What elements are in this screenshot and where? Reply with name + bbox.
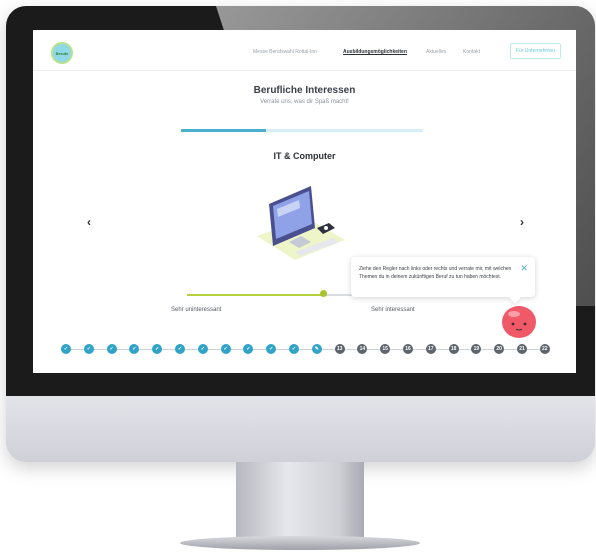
step-16[interactable]: 16: [403, 344, 413, 354]
step-connector: [253, 349, 267, 350]
step-connector: [276, 349, 289, 350]
step-connector: [390, 349, 403, 350]
step-connector: [116, 349, 130, 350]
helper-tooltip: Ziehe den Regler nach links oder rechts …: [351, 257, 535, 304]
web-page: Berufe Messe Berufswahl Rottal-Inn Ausbi…: [33, 30, 576, 373]
progress-bar: [181, 129, 423, 132]
site-logo[interactable]: Berufe: [51, 42, 73, 64]
step-connector: [344, 349, 358, 350]
step-done[interactable]: ✓: [152, 344, 163, 354]
step-connector: [367, 349, 381, 350]
step-connector: [504, 349, 517, 350]
step-21[interactable]: 21: [517, 344, 527, 354]
for-companies-button[interactable]: Für Unternehmen: [510, 43, 561, 59]
step-done[interactable]: ✓: [129, 344, 140, 354]
nav-link-ausbildung[interactable]: Ausbildungsmöglichkeiten: [343, 49, 407, 55]
step-done[interactable]: ✓: [220, 344, 231, 354]
next-arrow[interactable]: ›: [520, 215, 524, 229]
step-connector: [321, 349, 335, 350]
interest-slider-handle[interactable]: [319, 290, 327, 297]
step-connector: [230, 349, 244, 350]
step-done[interactable]: ✓: [61, 344, 71, 354]
monitor-base: [180, 536, 420, 550]
step-connector: [185, 349, 198, 350]
step-13[interactable]: 13: [334, 344, 345, 354]
step-done[interactable]: ✓: [243, 344, 254, 354]
step-done[interactable]: ✓: [106, 344, 117, 354]
step-19[interactable]: 19: [471, 344, 482, 354]
step-connector: [435, 349, 449, 350]
step-17[interactable]: 17: [425, 344, 436, 354]
step-done[interactable]: ✓: [289, 344, 299, 354]
step-connector: [413, 349, 426, 350]
nav-link-kontakt[interactable]: Kontakt: [463, 49, 480, 55]
step-done[interactable]: ✓: [83, 344, 94, 354]
step-done[interactable]: ✓: [175, 344, 185, 354]
interest-slider-fill: [187, 294, 323, 296]
mascot-character: [502, 306, 536, 338]
progress-fill: [181, 129, 266, 132]
page-title: Berufliche Interessen: [253, 85, 356, 96]
step-connector: [207, 349, 221, 350]
step-20[interactable]: 20: [494, 344, 505, 354]
step-connector: [527, 349, 540, 350]
close-icon[interactable]: ✕: [520, 263, 528, 274]
scale-label-low: Sehr uninteressant: [171, 307, 222, 313]
nav-link-messe[interactable]: Messe Berufswahl Rottal-Inn: [253, 49, 317, 55]
tooltip-text: Ziehe den Regler nach links oder rechts …: [359, 266, 512, 280]
step-connector: [93, 349, 107, 350]
scale-label-high: Sehr interessant: [371, 307, 415, 313]
step-connector: [481, 349, 495, 350]
step-22[interactable]: 22: [539, 344, 550, 354]
step-connector: [299, 349, 312, 350]
top-navigation: Berufe Messe Berufswahl Rottal-Inn Ausbi…: [33, 30, 576, 71]
step-done[interactable]: ✓: [197, 344, 208, 354]
nav-link-aktuelles[interactable]: Aktuelles: [426, 49, 446, 55]
interest-category: IT & Computer: [273, 151, 336, 161]
step-connector: [139, 349, 153, 350]
step-connector: [458, 349, 472, 350]
page-subtitle: Verrate uns, was dir Spaß macht!: [260, 99, 349, 105]
step-18[interactable]: 18: [448, 344, 459, 354]
step-indicator: ✓ ✓ ✓ ✓ ✓ ✓ ✓ ✓ ✓ ✓ ✓ ✎ 13 14 15 16 17 18 19 20 21 22: [61, 344, 561, 358]
step-15[interactable]: 15: [380, 344, 391, 354]
step-current[interactable]: ✎: [311, 344, 322, 354]
monitor-chin: [6, 396, 595, 462]
step-14[interactable]: 14: [357, 344, 368, 354]
monitor-stand: [236, 462, 364, 540]
step-connector: [162, 349, 175, 350]
step-connector: [71, 349, 84, 350]
prev-arrow[interactable]: ‹: [87, 215, 91, 229]
step-done[interactable]: ✓: [266, 344, 277, 354]
computer-illustration: [257, 186, 345, 260]
